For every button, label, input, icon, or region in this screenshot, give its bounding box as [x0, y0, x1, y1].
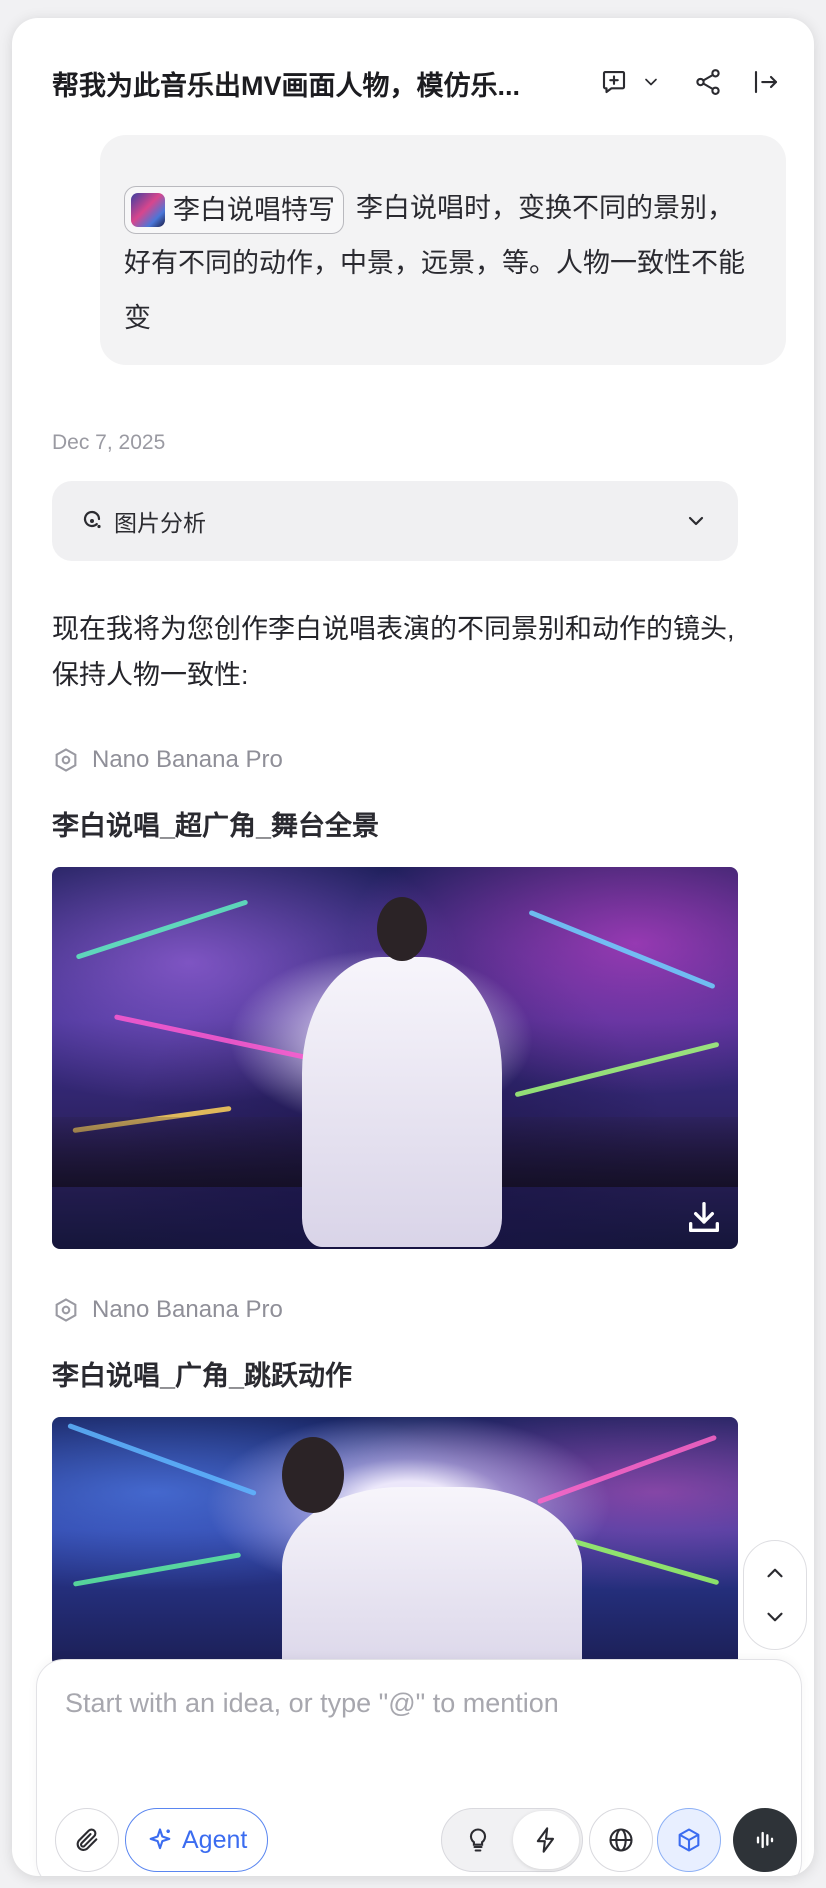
header: 帮我为此音乐出MV画面人物，模仿乐...: [12, 18, 814, 114]
performer-figure: [282, 1487, 582, 1667]
model-name: Nano Banana Pro: [92, 746, 283, 773]
analysis-label: 图片分析: [114, 510, 206, 536]
download-icon[interactable]: [684, 1197, 724, 1237]
image-analysis-toggle[interactable]: 图片分析: [52, 481, 738, 561]
idea-mode-button[interactable]: [445, 1811, 511, 1869]
light-streak: [75, 899, 249, 960]
model-label: Nano Banana Pro: [52, 1296, 283, 1324]
analysis-icon: [83, 510, 101, 529]
generated-image[interactable]: [52, 867, 738, 1249]
assistant-intro: 现在我将为您创作李白说唱表演的不同景别和动作的镜头,保持人物一致性:: [52, 614, 735, 690]
scroll-up-icon[interactable]: [762, 1560, 788, 1586]
image-title: 李白说唱_超广角_舞台全景: [52, 811, 380, 841]
agent-button[interactable]: Agent: [125, 1808, 269, 1872]
model-icon: [55, 748, 77, 772]
user-message-bubble: 李白说唱特写 李白说唱时，变换不同的景别，好有不同的动作，中景，远景，等。人物一…: [100, 135, 786, 365]
composer: Agent: [36, 1659, 802, 1876]
new-chat-icon[interactable]: [596, 64, 632, 100]
prompt-input[interactable]: [65, 1678, 765, 1728]
chip-label: 李白说唱特写: [173, 194, 335, 225]
light-streak: [528, 909, 716, 990]
chevron-down-icon[interactable]: [636, 64, 666, 100]
chip-thumbnail: [131, 192, 165, 227]
generated-image[interactable]: [52, 1417, 738, 1667]
voice-button[interactable]: [733, 1808, 797, 1872]
light-streak: [113, 1014, 331, 1065]
lightbulb-icon: [469, 1828, 487, 1852]
performer-head: [377, 897, 427, 961]
attach-button[interactable]: [55, 1808, 119, 1872]
reference-chip[interactable]: 李白说唱特写: [124, 185, 344, 234]
conversation-title: 帮我为此音乐出MV画面人物，模仿乐...: [52, 71, 521, 101]
model-label: Nano Banana Pro: [52, 746, 283, 774]
light-streak: [514, 1041, 720, 1098]
performer-head: [282, 1437, 344, 1513]
light-streak: [72, 1552, 242, 1587]
cube-icon: [678, 1828, 700, 1852]
paperclip-icon: [76, 1828, 98, 1851]
share-icon[interactable]: [690, 64, 726, 100]
model-select-button[interactable]: [657, 1808, 721, 1872]
sparkle-icon: [149, 1828, 171, 1850]
image-title: 李白说唱_广角_跳跃动作: [52, 1361, 353, 1391]
collapse-icon[interactable]: [748, 64, 784, 100]
light-streak: [67, 1422, 257, 1497]
message-date: Dec 7, 2025: [52, 431, 166, 454]
model-icon: [55, 1298, 77, 1322]
agent-label: Agent: [182, 1825, 248, 1854]
light-streak: [536, 1434, 718, 1505]
scroll-controls: [743, 1540, 807, 1650]
globe-icon: [609, 1828, 633, 1852]
performer-figure: [302, 957, 502, 1247]
chat-panel: 帮我为此音乐出MV画面人物，模仿乐... 李白说唱特写 李白说唱时，变换不同的景…: [12, 18, 814, 1876]
fast-mode-button[interactable]: [513, 1811, 579, 1869]
scroll-down-icon[interactable]: [762, 1604, 788, 1630]
lightning-icon: [536, 1827, 555, 1853]
mode-toggle: [441, 1808, 583, 1872]
model-name: Nano Banana Pro: [92, 1296, 283, 1323]
waveform-icon: [756, 1831, 774, 1849]
chevron-down-icon: [688, 516, 704, 526]
web-search-button[interactable]: [589, 1808, 653, 1872]
